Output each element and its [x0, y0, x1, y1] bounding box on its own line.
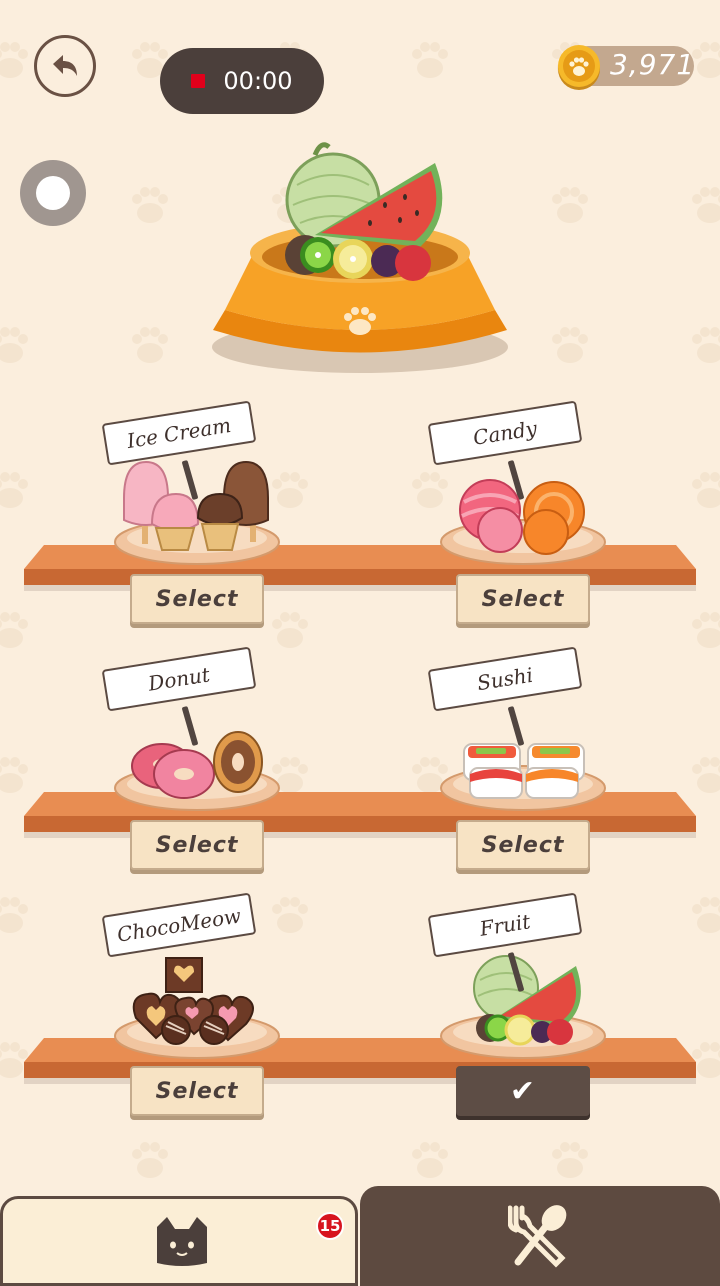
- back-button[interactable]: [34, 35, 96, 97]
- sushi-plate: [440, 743, 606, 811]
- tab-food[interactable]: [360, 1186, 720, 1286]
- notification-badge: 15: [316, 1212, 344, 1240]
- donut-plate: [114, 731, 280, 811]
- checkmark-icon: ✔: [509, 1073, 537, 1109]
- record-icon: [191, 74, 206, 88]
- select-button-sushi[interactable]: Select: [456, 820, 590, 870]
- select-button-candy[interactable]: Select: [456, 574, 590, 624]
- fork-spoon-icon: [508, 1205, 567, 1268]
- back-arrow-icon: [53, 55, 77, 76]
- selected-checkmark-button-fruit[interactable]: ✔: [456, 1066, 590, 1116]
- toggle-knob: [36, 176, 70, 210]
- select-button-donut[interactable]: Select: [130, 820, 264, 870]
- tab-cats[interactable]: [0, 1196, 358, 1286]
- recording-timer[interactable]: 00:00: [160, 48, 324, 114]
- coin-amount: 3,971: [610, 48, 696, 81]
- cat-face-icon: [157, 1217, 207, 1266]
- select-button-ice-cream[interactable]: Select: [130, 574, 264, 624]
- selected-food-bowl: [212, 142, 508, 373]
- select-button-chocomeow[interactable]: Select: [130, 1066, 264, 1116]
- paw-coin-icon: [558, 45, 600, 90]
- chocomeow-plate: [114, 957, 280, 1059]
- floating-toggle-button[interactable]: [20, 160, 86, 226]
- recording-time: 00:00: [223, 67, 293, 95]
- fruit-plate: [440, 955, 606, 1059]
- candy-plate: [440, 479, 606, 565]
- ice-cream-plate: [114, 460, 280, 565]
